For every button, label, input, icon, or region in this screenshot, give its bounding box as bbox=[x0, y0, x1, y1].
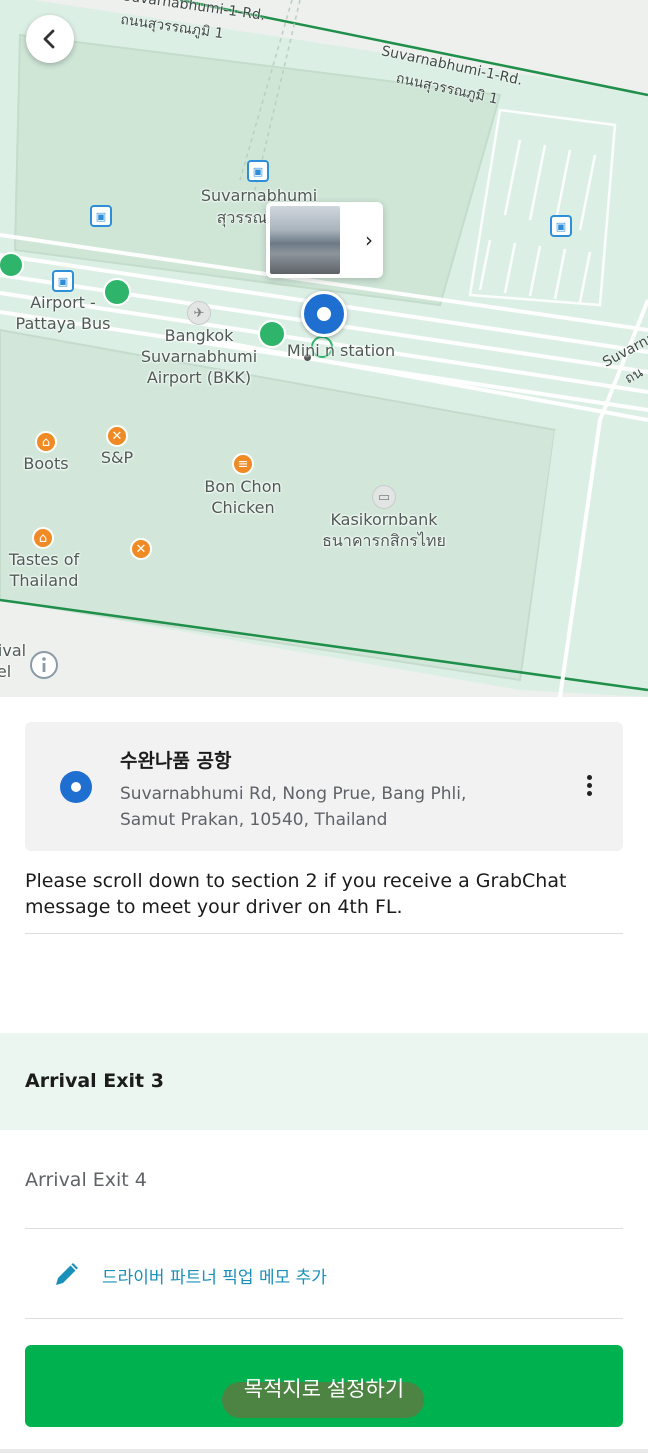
burger-icon[interactable]: ≡ bbox=[232, 453, 254, 475]
more-vertical-icon[interactable] bbox=[577, 772, 601, 802]
bank-icon[interactable]: ▭ bbox=[372, 485, 396, 509]
map-label-bus: Airport - bbox=[30, 293, 96, 312]
pencil-icon bbox=[56, 1263, 78, 1285]
back-button[interactable] bbox=[26, 15, 74, 63]
place-name: 수완나품 공항 bbox=[120, 750, 232, 772]
map-label-edge: ival bbox=[0, 641, 27, 660]
bottom-divider bbox=[0, 1449, 648, 1453]
pickup-point-dot[interactable] bbox=[103, 278, 131, 306]
place-card[interactable]: 수완나품 공항 Suvarnabhumi Rd, Nong Prue, Bang… bbox=[25, 722, 623, 851]
map-label-edge: el bbox=[0, 662, 12, 681]
map-label-airport: Airport (BKK) bbox=[146, 368, 252, 387]
place-photo-thumbnail bbox=[270, 206, 340, 274]
add-pickup-memo-label: 드라이버 파트너 픽업 메모 추가 bbox=[102, 1268, 327, 1288]
place-address: Suvarnabhumi Rd, Nong Prue, Bang Phli, S… bbox=[120, 784, 467, 830]
train-icon[interactable]: ▣ bbox=[247, 160, 269, 182]
restaurant-icon[interactable]: ✕ bbox=[106, 425, 128, 447]
set-destination-label: 목적지로 설정하기 bbox=[243, 1378, 405, 1401]
exit-option[interactable]: Arrival Exit 4 bbox=[0, 1130, 648, 1228]
selected-location-pin[interactable] bbox=[301, 291, 347, 337]
location-pin-icon bbox=[60, 771, 92, 803]
map-label-bonchon: Bon Chon bbox=[204, 477, 282, 496]
bus-icon[interactable]: ▣ bbox=[550, 215, 572, 237]
map-label-bonchon: Chicken bbox=[211, 498, 275, 517]
chevron-left-icon bbox=[43, 29, 55, 49]
map-label-airport: Bangkok bbox=[164, 326, 234, 345]
exit-option-label: Arrival Exit 3 bbox=[25, 1070, 164, 1092]
map-label-boots: Boots bbox=[23, 454, 69, 473]
restaurant-icon[interactable]: ✕ bbox=[130, 538, 152, 560]
divider bbox=[25, 933, 623, 934]
map-label-bus: Pattaya Bus bbox=[15, 314, 111, 333]
info-icon[interactable] bbox=[29, 650, 59, 680]
place-photo-card[interactable]: › bbox=[266, 202, 383, 278]
map-label-bank: Kasikornbank bbox=[330, 510, 438, 529]
airport-icon[interactable]: ✈ bbox=[187, 301, 211, 325]
exit-option-selected[interactable]: Arrival Exit 3 bbox=[0, 1033, 648, 1130]
set-destination-button[interactable]: 목적지로 설정하기 bbox=[25, 1345, 623, 1427]
map-label-minibus: Mini n station bbox=[286, 341, 396, 360]
bus-icon[interactable]: ▣ bbox=[52, 270, 74, 292]
shopping-bag-icon[interactable]: ⌂ bbox=[35, 431, 57, 453]
map-view[interactable]: Suvarnabhumi-1-Rd. ถนนสุวรรณภูมิ 1 Suvar… bbox=[0, 0, 648, 697]
pickup-note: Please scroll down to section 2 if you r… bbox=[25, 870, 567, 918]
bus-icon[interactable]: ▣ bbox=[90, 205, 112, 227]
add-pickup-memo-button[interactable]: 드라이버 파트너 픽업 메모 추가 bbox=[25, 1230, 623, 1318]
divider bbox=[25, 1228, 623, 1229]
pickup-point-dot[interactable] bbox=[258, 320, 286, 348]
map-label-station-thai: สุวรรณ bbox=[216, 208, 268, 227]
map-label-airport: Suvarnabhumi bbox=[140, 347, 258, 366]
shopping-bag-icon[interactable]: ⌂ bbox=[32, 527, 54, 549]
divider bbox=[25, 1318, 623, 1319]
chevron-right-icon: › bbox=[365, 228, 373, 252]
exit-option-label: Arrival Exit 4 bbox=[25, 1169, 147, 1191]
map-label-tastes: Tastes of bbox=[8, 550, 80, 569]
map-label-snp: S&P bbox=[100, 448, 134, 467]
map-label-tastes: Thailand bbox=[9, 571, 79, 590]
map-label-bank: ธนาคารกสิกรไทย bbox=[322, 531, 446, 550]
